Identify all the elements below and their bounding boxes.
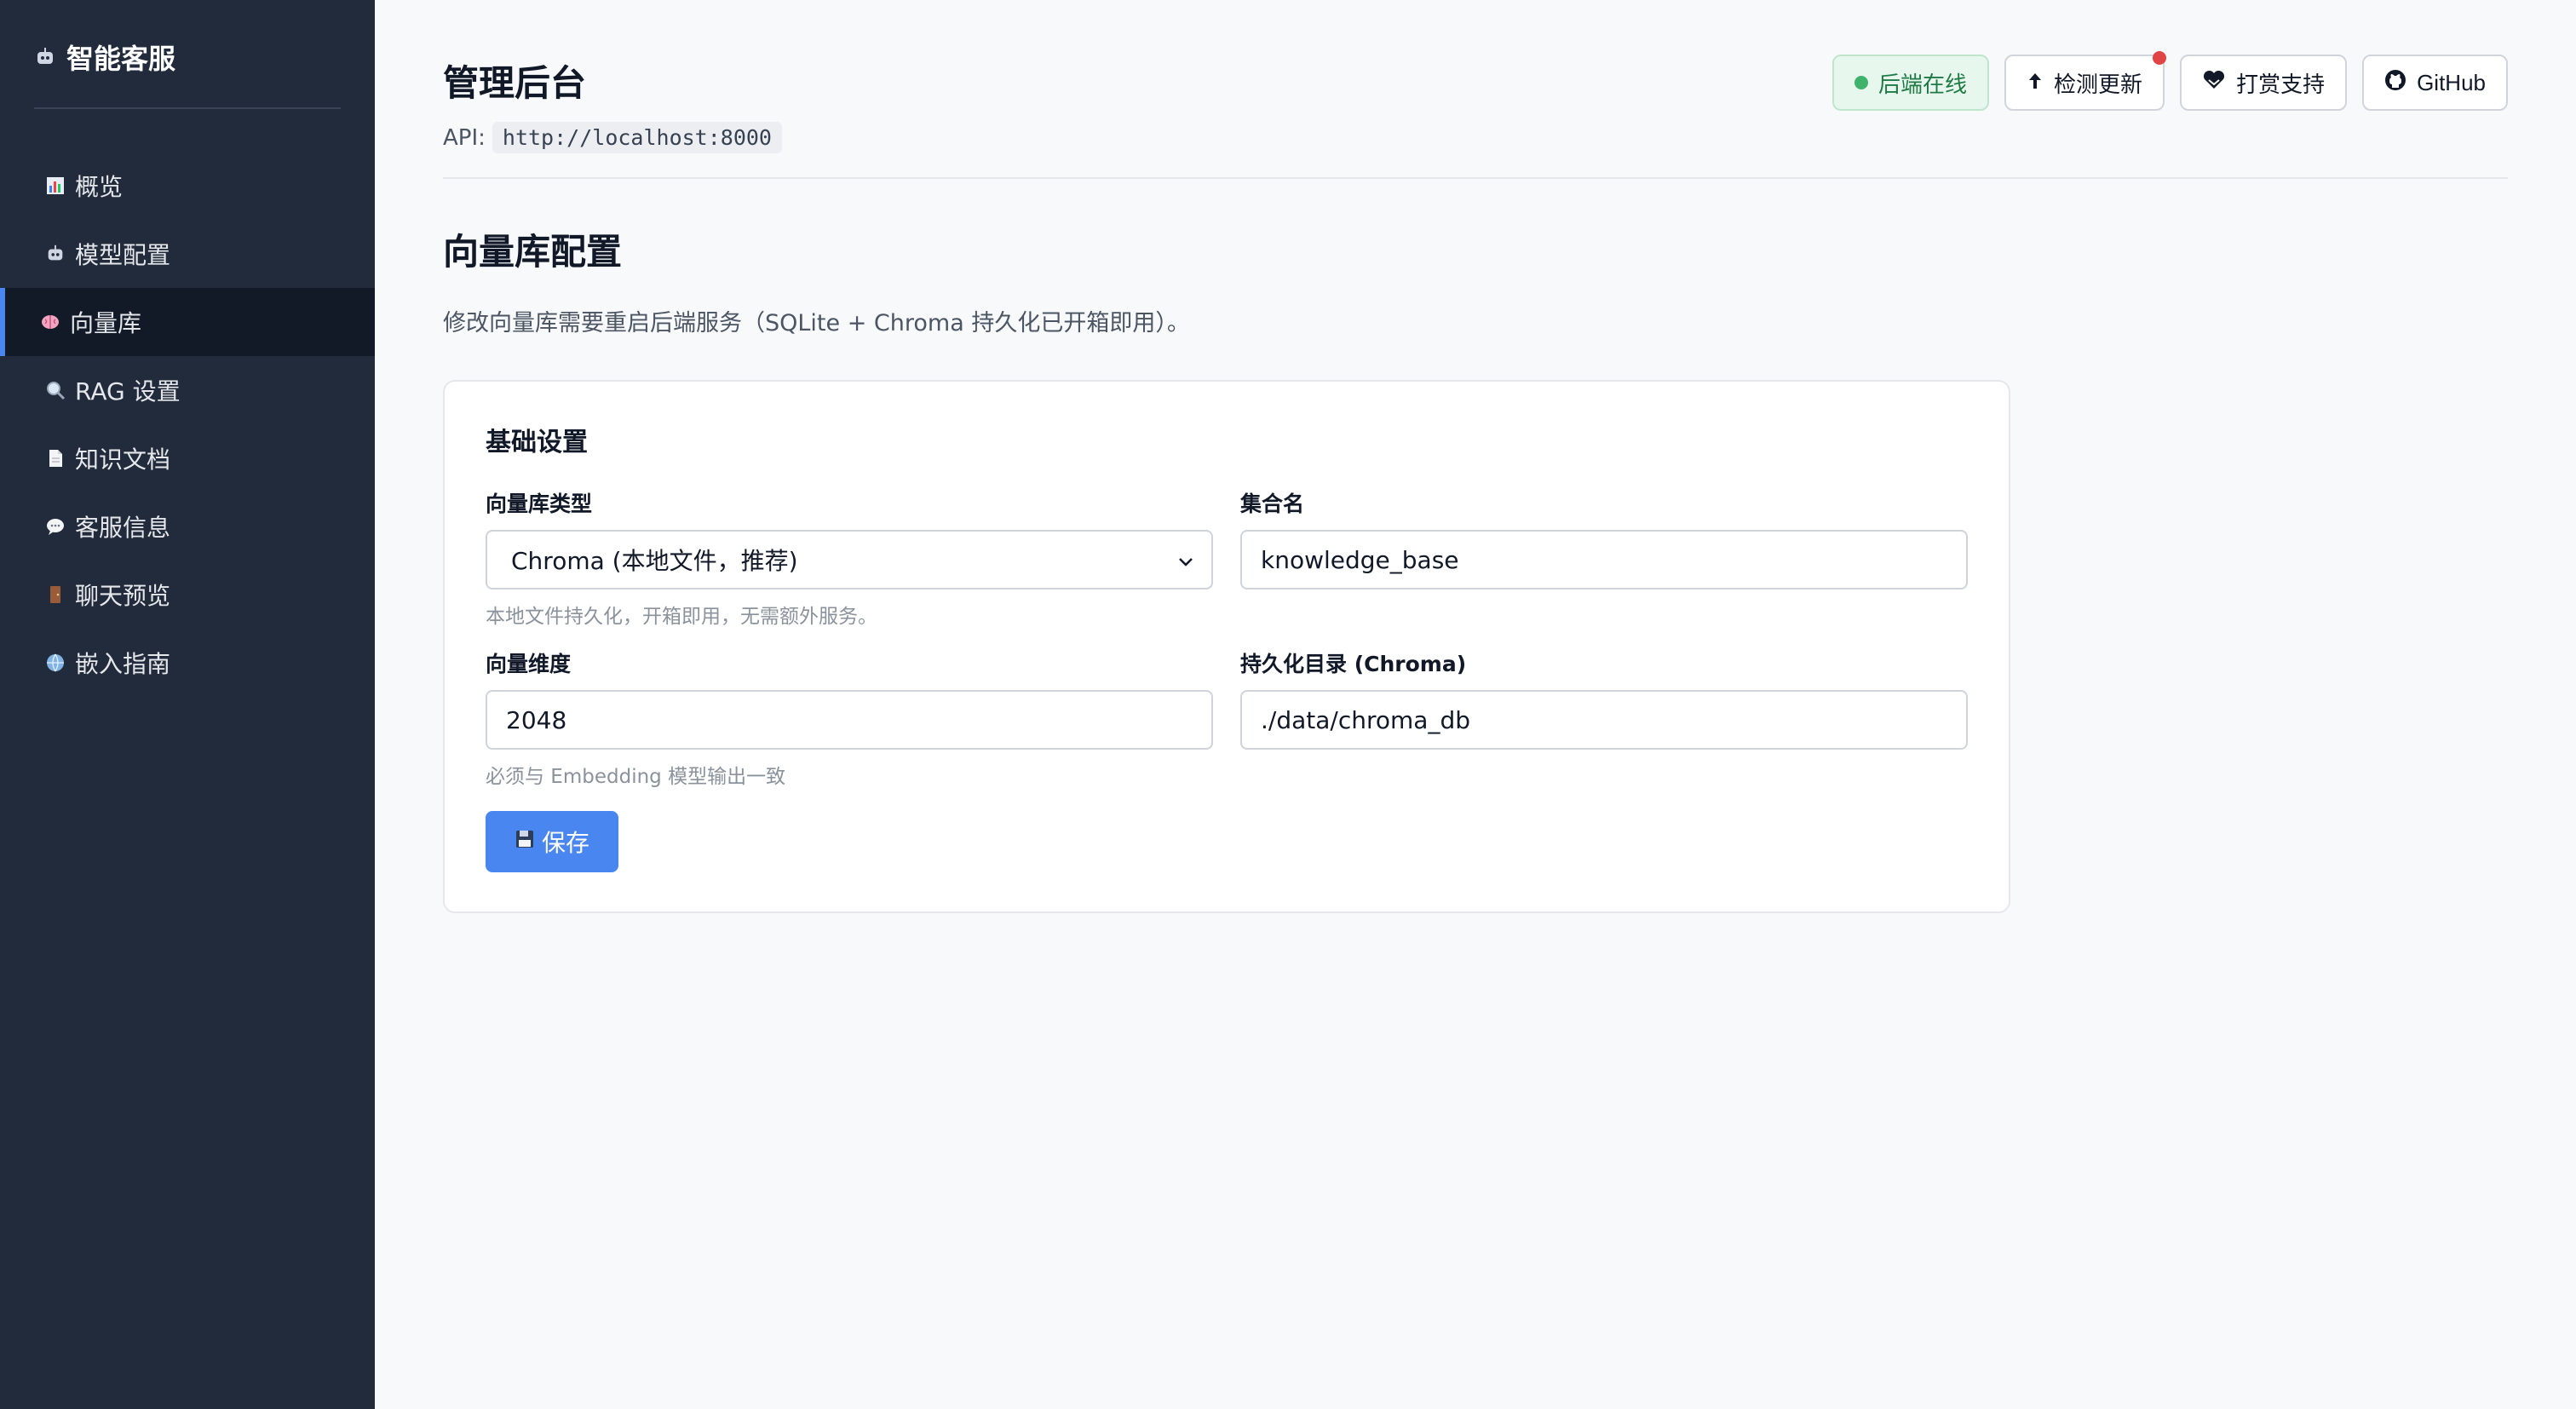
globe-icon (44, 652, 66, 674)
collection-group: 集合名 knowledge_base (1240, 487, 1968, 625)
github-button[interactable]: GitHub (2362, 55, 2508, 111)
card-title: 基础设置 (486, 428, 588, 457)
vector-type-hint: 本地文件持久化，开箱即用，无需额外服务。 (486, 606, 877, 628)
sidebar-item-label: 知识文档 (75, 446, 171, 474)
github-icon (2384, 69, 2406, 97)
sidebar-item-label: 概览 (75, 173, 124, 201)
collection-label: 集合名 (1240, 492, 1305, 516)
api-url: http://localhost:8000 (492, 122, 782, 153)
persist-dir-label: 持久化目录 (Chroma) (1240, 652, 1467, 676)
dimension-label: 向量维度 (486, 652, 572, 676)
magnifier-icon (44, 379, 66, 401)
section-subtitle: 修改向量库需要重启后端服务（SQLite + Chroma 持久化已开箱即用）。 (443, 310, 1190, 336)
sidebar-item-model-config[interactable]: 模型配置 (0, 220, 375, 288)
brand-title: 智能客服 (66, 43, 176, 75)
brain-icon (39, 311, 61, 333)
heart-hands-icon (2202, 70, 2226, 96)
bar-chart-icon (44, 175, 66, 197)
sidebar-nav: 概览 模型配置 向量库 RAG 设置 知识文档 客服信息 聊天预览 嵌入指南 (0, 152, 375, 697)
vector-type-label: 向量库类型 (486, 492, 593, 516)
section-title: 向量库配置 (443, 231, 623, 273)
github-label: GitHub (2417, 69, 2486, 95)
sidebar-item-label: 聊天预览 (75, 582, 171, 610)
sidebar-item-vector-db[interactable]: 向量库 (0, 288, 375, 356)
donate-label: 打赏支持 (2236, 71, 2326, 97)
brand: 智能客服 (34, 37, 341, 109)
page-header: 管理后台 API: http://localhost:8000 后端在线 检测更… (443, 51, 2508, 179)
check-update-button[interactable]: 检测更新 (2004, 51, 2167, 111)
main-content: 管理后台 API: http://localhost:8000 后端在线 检测更… (375, 0, 2576, 1409)
dimension-group: 向量维度 2048 必须与 Embedding 模型输出一致 (486, 647, 1213, 788)
status-dot-icon (1854, 76, 1869, 89)
settings-grid-row-1: 向量库类型 Chroma (本地文件，推荐) 本地文件持久化，开箱即用，无需额外… (486, 487, 1968, 628)
sidebar-item-knowledge-docs[interactable]: 知识文档 (0, 424, 375, 492)
vector-type-select[interactable]: Chroma (本地文件，推荐) (486, 530, 1213, 589)
door-icon (44, 584, 66, 606)
sidebar-item-label: 向量库 (70, 309, 142, 337)
speech-bubble-icon (44, 515, 66, 538)
sidebar-item-embed-guide[interactable]: 嵌入指南 (0, 629, 375, 697)
vector-type-selected: Chroma (本地文件，推荐) (511, 547, 798, 575)
robot-icon (34, 46, 56, 68)
basic-settings-card: 基础设置 向量库类型 Chroma (本地文件，推荐) 本地文件持久化，开箱即用… (443, 380, 2010, 913)
dimension-hint: 必须与 Embedding 模型输出一致 (486, 766, 786, 788)
app-root: 智能客服 概览 模型配置 向量库 RAG 设置 知识文档 客服信息 聊天预览 嵌… (0, 0, 2576, 1409)
persist-dir-input[interactable]: ./data/chroma_db (1240, 690, 1968, 750)
save-label: 保存 (541, 830, 589, 856)
sidebar-item-label: 嵌入指南 (75, 650, 171, 678)
robot-icon (44, 243, 66, 265)
sidebar-item-overview[interactable]: 概览 (0, 152, 375, 220)
check-update-label: 检测更新 (2054, 71, 2143, 97)
save-button[interactable]: 保存 (486, 811, 618, 872)
sidebar: 智能客服 概览 模型配置 向量库 RAG 设置 知识文档 客服信息 聊天预览 嵌… (0, 0, 375, 1409)
sidebar-item-label: 客服信息 (75, 514, 171, 542)
sidebar-item-service-info[interactable]: 客服信息 (0, 492, 375, 561)
arrow-up-icon (2027, 70, 2044, 96)
persist-dir-group: 持久化目录 (Chroma) ./data/chroma_db (1240, 647, 1968, 785)
chevron-down-icon (1177, 546, 1194, 574)
document-icon (44, 447, 66, 469)
status-text: 后端在线 (1878, 72, 1968, 98)
sidebar-item-rag-settings[interactable]: RAG 设置 (0, 356, 375, 424)
settings-grid-row-2: 向量维度 2048 必须与 Embedding 模型输出一致 持久化目录 (Ch… (486, 647, 1968, 788)
sidebar-item-chat-preview[interactable]: 聊天预览 (0, 561, 375, 629)
sidebar-item-label: RAG 设置 (75, 377, 181, 405)
api-info: API: http://localhost:8000 (443, 122, 782, 153)
collection-name-input[interactable]: knowledge_base (1240, 530, 1968, 589)
api-label: API: (443, 124, 486, 151)
backend-status-badge: 后端在线 (1832, 55, 1990, 111)
vector-dimension-input[interactable]: 2048 (486, 690, 1213, 750)
header-actions: 后端在线 检测更新 打赏支持 GitHub (1832, 51, 2508, 111)
floppy-disk-icon (515, 828, 535, 855)
sidebar-item-label: 模型配置 (75, 241, 171, 269)
donate-button[interactable]: 打赏支持 (2180, 55, 2348, 111)
header-left: 管理后台 API: http://localhost:8000 (443, 55, 782, 153)
page-title: 管理后台 (443, 62, 587, 104)
vector-type-group: 向量库类型 Chroma (本地文件，推荐) 本地文件持久化，开箱即用，无需额外… (486, 487, 1213, 628)
update-badge-dot (2153, 51, 2167, 65)
